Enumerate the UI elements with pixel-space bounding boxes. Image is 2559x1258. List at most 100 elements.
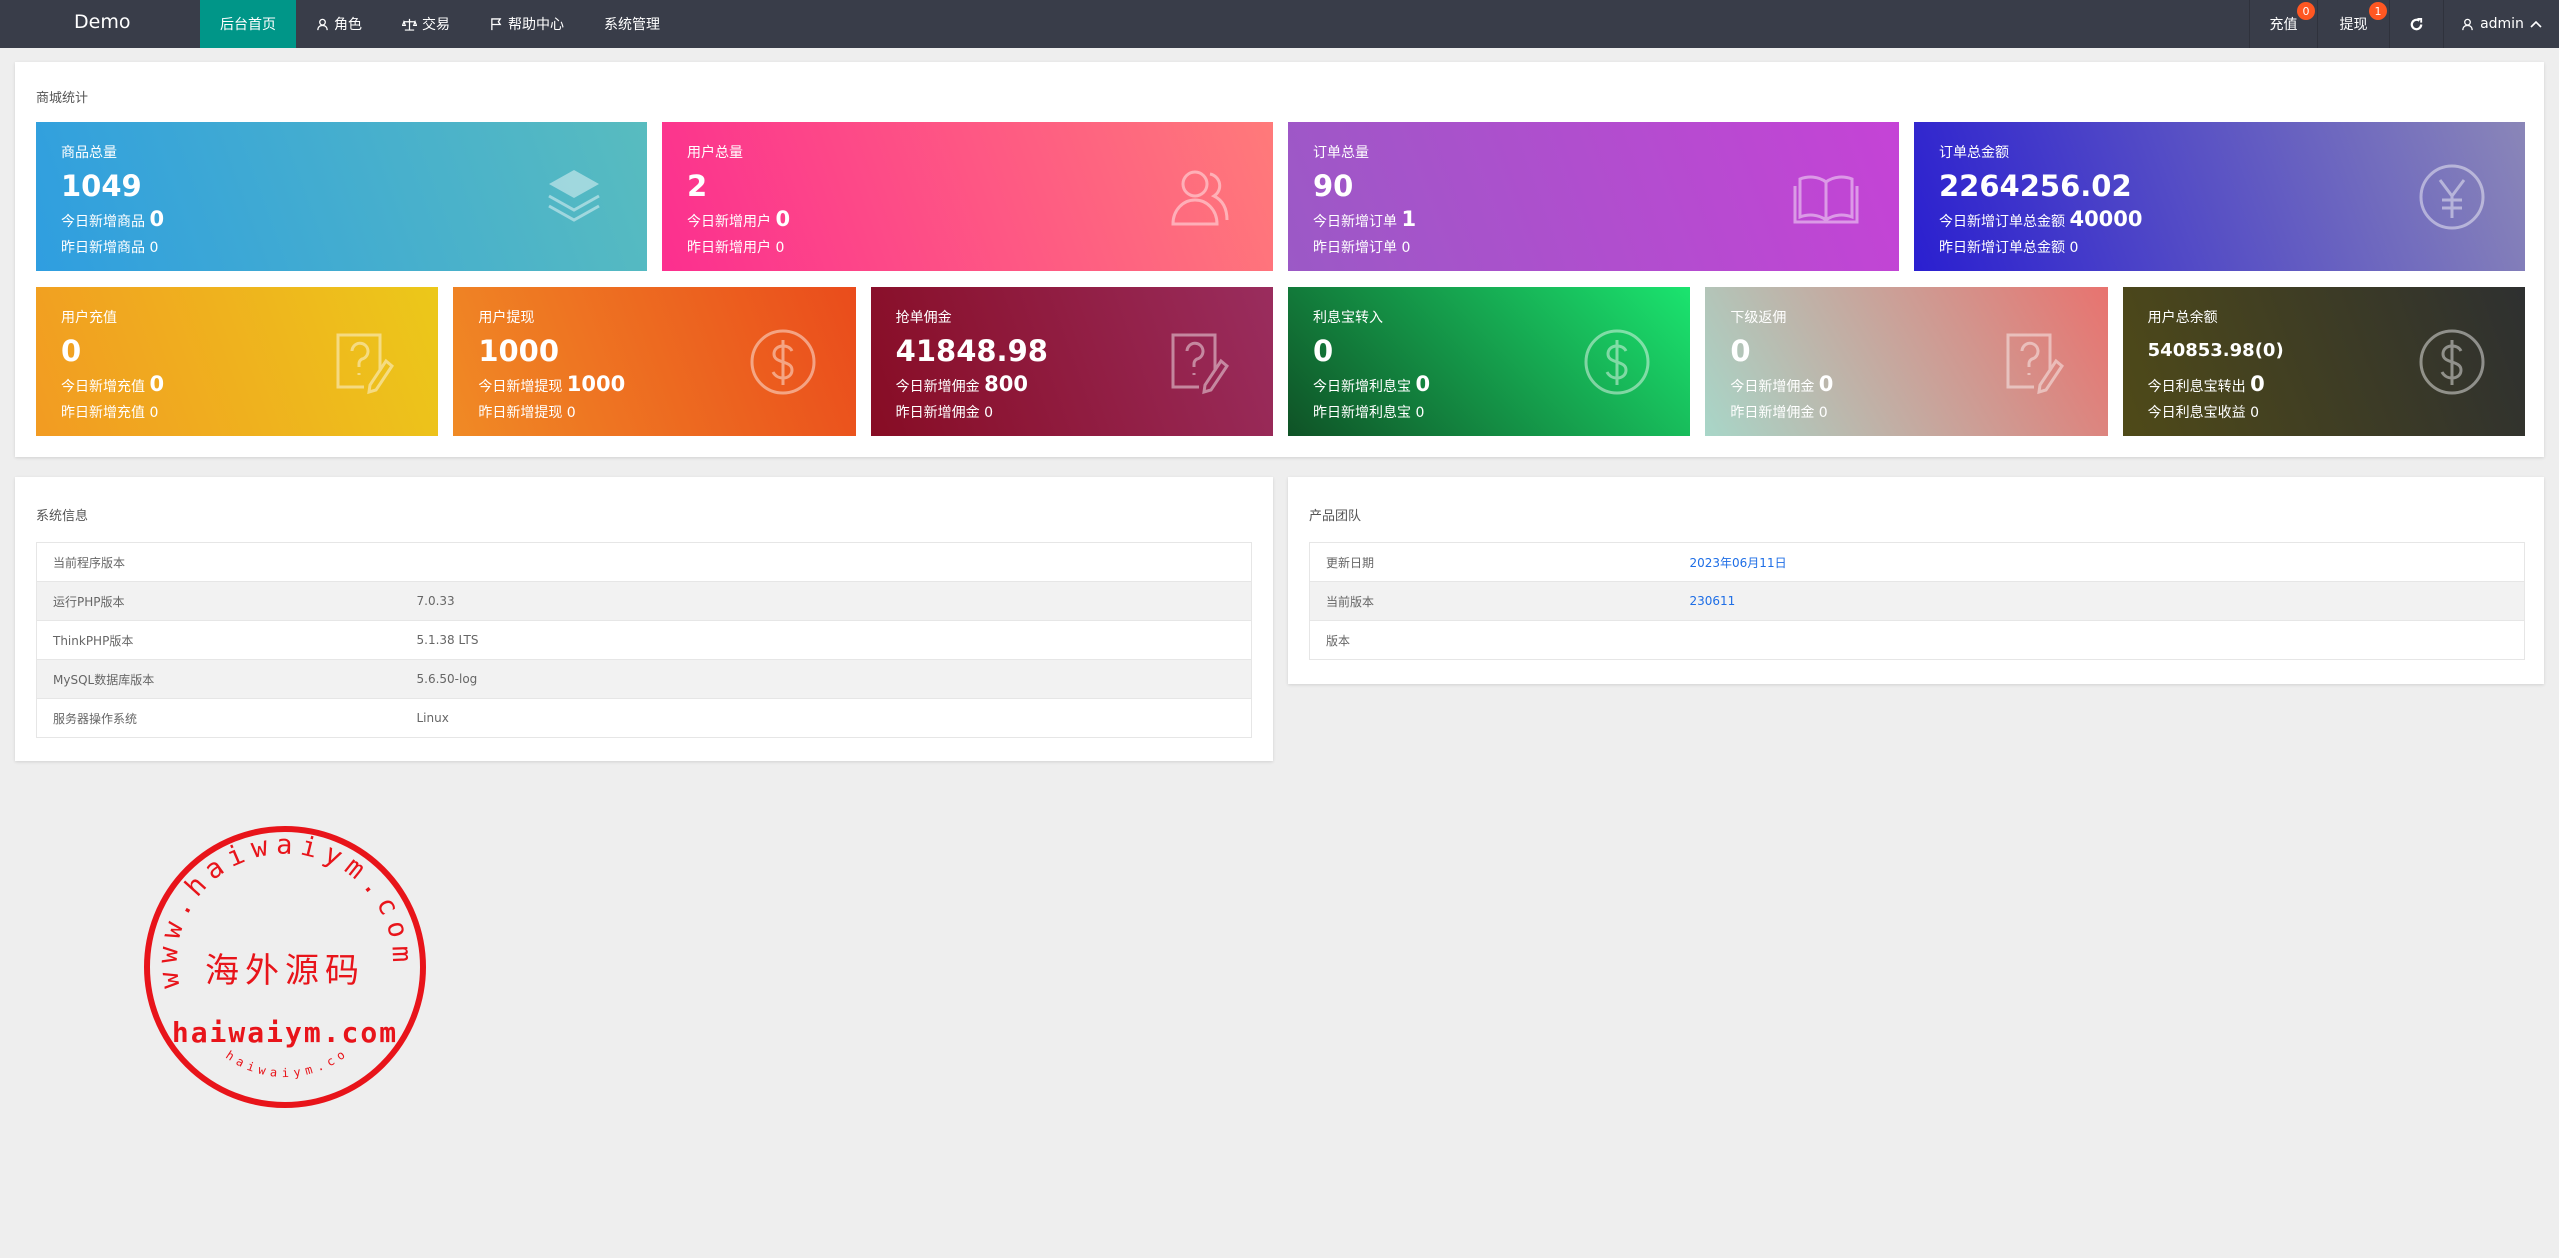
watermark-stamp: www.haiwaiym.com 海外源码 haiwaiym.com haiwa… [140, 822, 426, 1108]
menu-item-roles[interactable]: 角色 [296, 0, 382, 48]
yen-icon [2417, 162, 2487, 232]
username: admin [2480, 16, 2524, 32]
stat-title: 利息宝转入 [1313, 310, 1383, 326]
menu-item-system[interactable]: 系统管理 [584, 0, 680, 48]
stat-yesterday-label: 昨日新增充值 [61, 405, 145, 421]
row-value: 7.0.33 [400, 581, 1252, 621]
stat-card: 商品总量 1049 今日新增商品 0 昨日新增商品 0 [36, 122, 647, 271]
flag-icon [491, 17, 502, 30]
stat-today: 今日新增用户 0 [687, 206, 1248, 235]
stat-today: 今日新增订单总金额 40000 [1939, 206, 2500, 235]
stat-card: 下级返佣 0 今日新增佣金 0 昨日新增佣金 0 [1705, 287, 2108, 436]
scale-icon [402, 18, 417, 31]
stat-yesterday-value: 0 [149, 405, 159, 421]
stat-yesterday-label: 昨日新增用户 [687, 240, 771, 256]
stat-yesterday: 昨日新增用户 0 [687, 235, 1248, 261]
stat-title: 商品总量 [61, 145, 117, 161]
row-label: 服务器操作系统 [36, 698, 401, 738]
stats-row-1: 商品总量 1049 今日新增商品 0 昨日新增商品 0 用户总量 2 今日新增用户 0 昨日新… [36, 122, 2525, 271]
user-icon [2462, 18, 2473, 30]
row-value [1673, 620, 2525, 660]
system-info-panel: 系统信息 当前程序版本 运行PHP版本 7.0.33 ThinkPHP版本 5.1.38… [15, 477, 1273, 761]
stat-title: 抢单佣金 [895, 310, 952, 326]
stat-today-label: 今日利息宝转出 [2147, 379, 2246, 395]
table-row: 当前版本 230611 [1309, 581, 2525, 621]
stat-title: 订单总金额 [1939, 145, 2009, 161]
stat-yesterday-value: 0 [1415, 405, 1425, 421]
stat-yesterday-label: 昨日新增商品 [61, 240, 145, 256]
stat-card: 订单总量 90 今日新增订单 1 昨日新增订单 0 [1288, 122, 1899, 271]
stat-today-value: 1000 [566, 372, 626, 396]
menu-label: 系统管理 [604, 17, 660, 33]
table-row: 版本 [1309, 620, 2525, 660]
chevron-up-icon [2530, 20, 2542, 28]
stat-today-label: 今日新增利息宝 [1313, 379, 1411, 395]
withdraw-button[interactable]: 提现 1 [2317, 0, 2389, 48]
stat-yesterday-label: 昨日新增利息宝 [1313, 405, 1411, 421]
table-row: MySQL数据库版本 5.6.50-log [36, 659, 1252, 699]
stat-yesterday-value: 0 [149, 240, 159, 256]
stat-value: 2264256.02 [1939, 169, 2132, 203]
stat-yesterday-value: 0 [1401, 240, 1411, 256]
stat-title: 用户提现 [478, 310, 535, 326]
stat-yesterday: 昨日新增佣金 0 [896, 400, 1248, 426]
table-row: 当前程序版本 [36, 542, 1252, 582]
menu-item-home[interactable]: 后台首页 [200, 0, 296, 48]
stat-title: 用户总量 [687, 145, 743, 161]
stat-yesterday-label: 昨日新增佣金 [895, 405, 980, 421]
users-icon [1165, 162, 1235, 232]
row-label: MySQL数据库版本 [36, 659, 401, 699]
stamp-domain-text: haiwaiym.com [172, 1016, 398, 1049]
row-label: 运行PHP版本 [36, 581, 401, 621]
stat-yesterday-label: 昨日新增订单 [1313, 240, 1397, 256]
stat-yesterday-value: 0 [566, 405, 576, 421]
dollar-icon [2417, 327, 2487, 397]
dollar-icon [1582, 327, 1652, 397]
product-team-panel: 产品团队 更新日期 2023年06月11日 当前版本 230611 版本 [1288, 477, 2544, 684]
stat-today-value: 0 [1415, 372, 1431, 396]
stat-title: 用户充值 [61, 310, 117, 326]
stat-today-label: 今日新增佣金 [895, 379, 980, 395]
stat-value: 90 [1313, 169, 1354, 203]
row-value: Linux [400, 698, 1252, 738]
stat-today-value: 0 [1818, 372, 1834, 396]
stat-yesterday: 昨日新增订单总金额 0 [1939, 235, 2500, 261]
menu-item-help[interactable]: 帮助中心 [470, 0, 584, 48]
row-label: 版本 [1309, 620, 1674, 660]
question-icon [330, 327, 400, 397]
stat-yesterday-label: 今日利息宝收益 [2147, 405, 2246, 421]
stat-today-label: 今日新增充值 [61, 379, 145, 395]
user-menu[interactable]: admin [2443, 0, 2559, 48]
menu-label: 角色 [334, 17, 362, 33]
stat-yesterday: 昨日新增订单 0 [1313, 235, 1874, 261]
book-icon [1791, 162, 1861, 232]
system-info-table: 当前程序版本 运行PHP版本 7.0.33 ThinkPHP版本 5.1.38 LTS M… [36, 542, 1252, 738]
stat-yesterday-value: 0 [2069, 240, 2079, 256]
stat-yesterday-value: 0 [1818, 405, 1828, 421]
stat-card: 用户提现 1000 今日新增提现 1000 昨日新增提现 0 [453, 287, 856, 436]
logo[interactable]: Demo [74, 11, 130, 33]
stat-today-label: 今日新增提现 [478, 379, 563, 395]
question-icon [1165, 327, 1235, 397]
panel-title: 系统信息 [36, 509, 89, 524]
stat-card: 用户总余额 540853.98(0) 今日利息宝转出 0 今日利息宝收益 0 [2122, 287, 2525, 436]
refresh-button[interactable] [2389, 0, 2443, 48]
user-icon [317, 18, 328, 30]
stat-yesterday: 昨日新增充值 0 [61, 400, 413, 426]
stat-title: 用户总余额 [2147, 310, 2218, 326]
stat-yesterday-value: 0 [775, 240, 785, 256]
stats-row-2: 用户充值 0 今日新增充值 0 昨日新增充值 0 用户提现 1000 今日新增提现 1000… [36, 287, 2525, 436]
panel-title: 产品团队 [1309, 509, 1362, 524]
row-value: 5.6.50-log [400, 659, 1252, 699]
stat-yesterday: 昨日新增提现 0 [478, 400, 830, 426]
recharge-button[interactable]: 充值 0 [2249, 0, 2317, 48]
menu-item-trade[interactable]: 交易 [382, 0, 470, 48]
table-row: 服务器操作系统 Linux [36, 698, 1252, 738]
recharge-label: 充值 [2269, 17, 2298, 33]
refresh-icon [2410, 17, 2423, 30]
nav-right: 充值 0 提现 1 admin [2249, 0, 2559, 48]
stat-yesterday-label: 昨日新增佣金 [1730, 405, 1815, 421]
stat-card: 利息宝转入 0 今日新增利息宝 0 昨日新增利息宝 0 [1288, 287, 1691, 436]
stamp-center-text: 海外源码 [205, 951, 365, 991]
stat-yesterday: 今日利息宝收益 0 [2148, 400, 2500, 426]
